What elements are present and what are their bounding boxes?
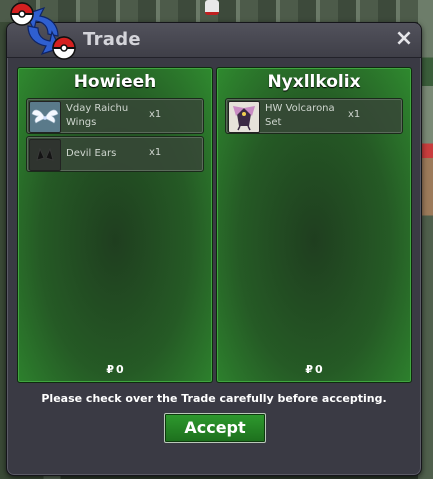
item-name: Vday Raichu Wings bbox=[66, 102, 148, 130]
item-name-line2: Set bbox=[265, 117, 282, 128]
trade-item-vday-raichu-wings[interactable]: Vday Raichu Wings x1 bbox=[26, 98, 204, 134]
money-amount: 0 bbox=[116, 363, 124, 376]
close-button[interactable]: × bbox=[393, 28, 415, 50]
left-player-name: Howieeh bbox=[73, 72, 157, 92]
left-trade-panel: Howieeh Vday Raichu Wings x1 Devil Ears … bbox=[17, 67, 213, 383]
devil-ears-icon bbox=[29, 139, 61, 171]
right-player-name: Nyxllkolix bbox=[267, 72, 361, 92]
item-quantity: x1 bbox=[348, 109, 361, 120]
left-money: ₽0 bbox=[18, 363, 212, 376]
item-name-line2: Wings bbox=[66, 117, 97, 128]
trade-window: Trade × Howieeh Vday Raichu Wings x1 Dev… bbox=[6, 22, 422, 476]
currency-symbol: ₽ bbox=[106, 363, 114, 376]
item-name-line1: HW Volcarona bbox=[265, 103, 335, 114]
trade-item-devil-ears[interactable]: Devil Ears x1 bbox=[26, 136, 204, 172]
money-amount: 0 bbox=[315, 363, 323, 376]
item-name-line1: Vday Raichu bbox=[66, 103, 129, 114]
item-quantity: x1 bbox=[149, 109, 162, 120]
trade-notice: Please check over the Trade carefully be… bbox=[41, 392, 387, 405]
trade-logo-icon bbox=[10, 2, 76, 60]
white-wings-icon bbox=[29, 101, 61, 133]
window-title: Trade bbox=[83, 29, 141, 50]
item-name: HW Volcarona Set bbox=[265, 102, 347, 130]
currency-symbol: ₽ bbox=[305, 363, 313, 376]
player-sprite bbox=[205, 0, 219, 15]
right-trade-panel: Nyxllkolix HW Volcarona Set x1 ₽0 bbox=[216, 67, 412, 383]
item-quantity: x1 bbox=[149, 147, 162, 158]
volcarona-set-icon bbox=[228, 101, 260, 133]
right-money: ₽0 bbox=[217, 363, 411, 376]
accept-button[interactable]: Accept bbox=[164, 413, 266, 443]
item-name: Devil Ears bbox=[66, 148, 117, 159]
trade-item-hw-volcarona-set[interactable]: HW Volcarona Set x1 bbox=[225, 98, 403, 134]
